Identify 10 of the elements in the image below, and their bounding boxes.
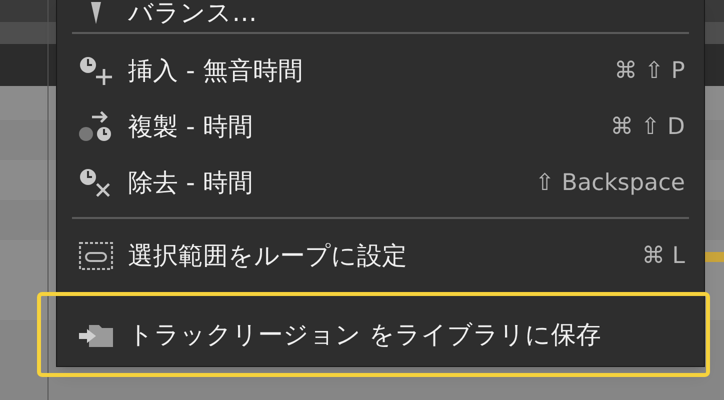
shortcut-label: ⇧ Backspace [535, 168, 685, 198]
menu-item[interactable]: 挿入 - 無音時間 ⌘ ⇧ P [72, 43, 689, 99]
menu-item[interactable]: トラックリージョン をライブラリに保存 [37, 292, 710, 377]
menu-item[interactable]: 複製 - 時間 ⌘ ⇧ D [72, 99, 689, 155]
menu-item[interactable]: バランス… [72, 0, 689, 26]
shortcut-label: ⌘ ⇧ D [610, 112, 685, 142]
menu-item[interactable]: 選択範囲をループに設定 ⌘ L [72, 228, 689, 284]
menu-item[interactable]: 除去 - 時間 ⇧ Backspace [72, 155, 689, 211]
shortcut-label: ⌘ L [642, 242, 685, 271]
shortcut-label: ⌘ ⇧ P [614, 56, 685, 86]
